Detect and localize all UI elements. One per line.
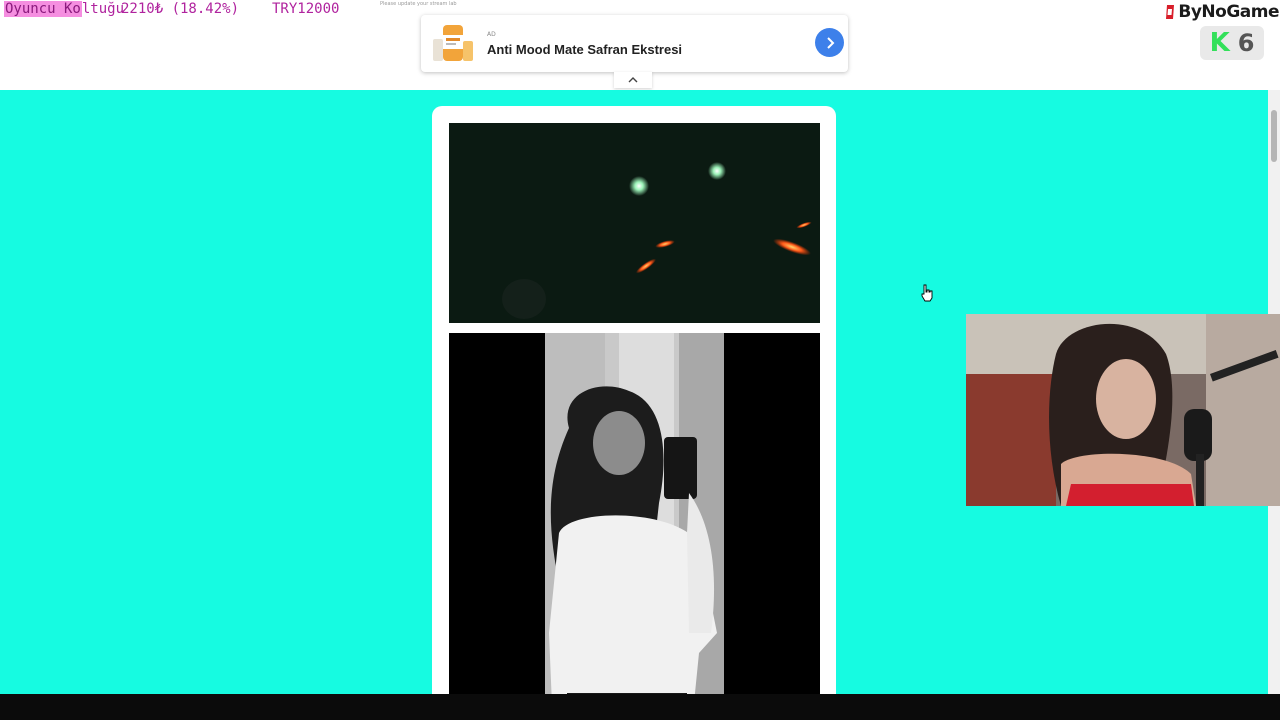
bynogame-logo-mark-icon [1166,5,1175,19]
ad-open-button[interactable] [815,28,844,57]
profile-card [432,106,836,694]
chevron-right-icon [826,36,834,49]
bynogame-logo: ByNoGame [1164,2,1279,22]
ad-product-image [433,25,473,61]
brand-name: ByNoGame [1178,2,1279,22]
streamer-webcam [966,314,1280,506]
player-bottom-bar [0,694,1280,720]
donation-goal-target: TRY12000 [272,1,340,17]
goal-name-highlight: Oyuncu Ko [4,1,82,17]
donation-goal-name: Oyuncu Koltuğu [4,1,124,17]
scrollbar-thumb[interactable] [1271,110,1277,162]
chevron-up-icon [628,77,638,83]
goal-name-rest: ltuğu [81,1,125,17]
ad-collapse-button[interactable] [614,72,652,88]
donation-goal-progress: 2210₺ (18.42%) [121,1,240,17]
overlay-notice: Please update your stream lab [380,1,457,7]
kick-logo-icon: K [1209,28,1230,58]
ad-banner[interactable]: AD Anti Mood Mate Safran Ekstresi [421,15,848,72]
kick-badge-number: 6 [1237,29,1255,57]
video-frame [449,123,820,323]
webcam-frame [966,314,1280,506]
ad-title[interactable]: Anti Mood Mate Safran Ekstresi [487,42,682,57]
dark-video-thumbnail[interactable] [449,123,820,323]
photo-frame [449,333,820,694]
hand-pointer-cursor-icon [921,284,933,302]
mirror-selfie-photo[interactable] [449,333,820,694]
kick-badge: K 6 [1200,26,1264,60]
ad-label: AD [487,31,496,38]
